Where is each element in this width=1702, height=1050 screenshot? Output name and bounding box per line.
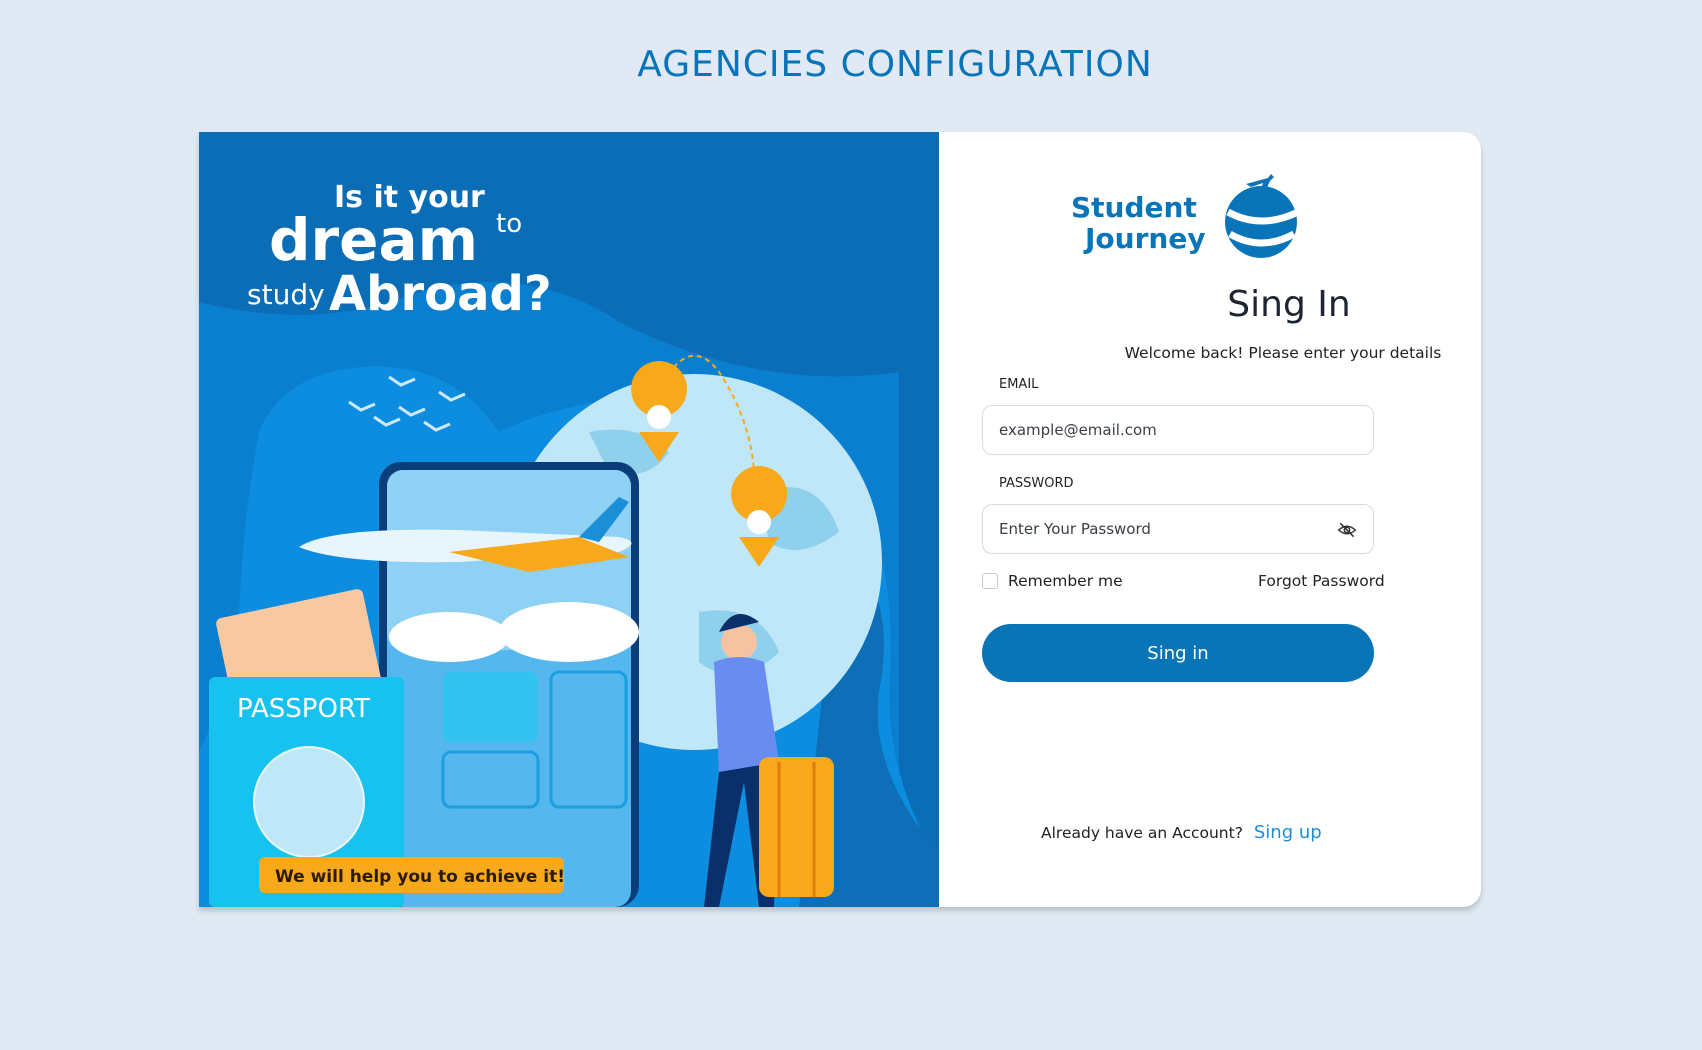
remember-checkbox[interactable] [982,573,998,589]
password-field-wrapper [982,504,1374,554]
remember-label: Remember me [1008,572,1123,590]
form-title: Sing In [1227,284,1351,325]
password-input[interactable] [983,505,1329,553]
page-title: AGENCIES CONFIGURATION [637,44,1153,85]
signup-link[interactable]: Sing up [1254,822,1322,843]
signup-prompt: Already have an Account? [1041,824,1243,842]
signup-row: Already have an Account? Sing up [1041,822,1322,843]
signin-button[interactable]: Sing in [982,624,1374,682]
eye-off-icon[interactable] [1337,520,1357,540]
login-card: PASSPORT We will help you to achieve it!… [199,132,1481,907]
forgot-password-link[interactable]: Forgot Password [1258,572,1385,590]
logo-text: Student Journey [1071,192,1206,254]
globe-plane-icon [1225,174,1300,258]
password-label: PASSWORD [999,476,1074,491]
email-input[interactable] [983,406,1329,454]
signin-form: Student Journey Sing In Welcome back! Pl… [199,132,1481,907]
email-field-wrapper [982,405,1374,455]
logo: Student Journey [1071,172,1301,262]
email-label: EMAIL [999,377,1039,392]
logo-line1: Student [1071,191,1197,224]
logo-line2: Journey [1085,222,1206,255]
remember-me[interactable]: Remember me [982,572,1123,590]
form-subtitle: Welcome back! Please enter your details [1124,344,1442,362]
